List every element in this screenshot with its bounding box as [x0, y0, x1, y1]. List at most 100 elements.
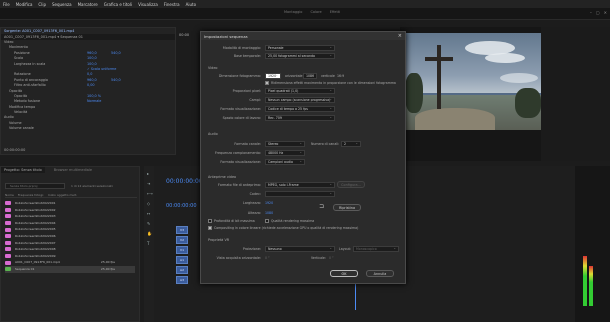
project-item-name: RobloxScreenShot2022002 — [15, 207, 56, 212]
menu-item[interactable]: Aiuto — [186, 2, 196, 7]
pixel-aspect-select[interactable]: Pixel quadrati (1,0) — [265, 88, 335, 94]
effect-row-label — [1, 67, 14, 71]
column-header[interactable]: Nome — [5, 193, 14, 197]
menu-item[interactable]: Visualizza — [138, 2, 158, 7]
clip-color-icon — [5, 214, 11, 219]
project-item[interactable]: Sequenza 01 25,00 fps — [5, 266, 135, 273]
codec-select[interactable] — [265, 191, 335, 197]
display-format-select[interactable]: Codice di tempo a 25 fps — [265, 106, 335, 112]
menu-item[interactable]: Modifica — [16, 2, 33, 7]
effect-controls-list: Video Movimento Posizione 960,0 540,0 Scala 10… — [1, 40, 175, 132]
menu-item[interactable]: Sequenza — [52, 2, 72, 7]
linear-color-label: Compositing in colore lineare (richiede … — [214, 226, 359, 230]
track-target[interactable]: V3 — [176, 226, 188, 234]
project-item[interactable]: RobloxScreenShot2022005 — [5, 226, 135, 233]
num-channels-select[interactable]: 2 — [341, 141, 361, 147]
edit-mode-select[interactable]: Personale — [265, 45, 335, 51]
menu-item[interactable]: Grafica e titoli — [104, 2, 132, 7]
project-item[interactable]: RobloxScreenShot2022006 — [5, 233, 135, 240]
effect-row[interactable]: Volume canale — [1, 126, 175, 131]
workspace-tab[interactable]: Colore — [310, 10, 321, 14]
project-item[interactable]: A001_C007_0913F6_001.mp4 25,00 fps — [5, 259, 135, 266]
menu-item[interactable]: Marcatore — [78, 2, 98, 7]
track-target[interactable]: A3 — [176, 276, 188, 284]
auto-scale-label: Ridimensiona effetti movimento in propor… — [271, 81, 396, 85]
media-browser-tab[interactable]: Browser multimediale — [51, 167, 95, 173]
projection-select[interactable]: Nessuno — [265, 246, 335, 252]
razor-icon[interactable]: ◇ — [147, 201, 154, 206]
menu-item[interactable]: Finestra — [164, 2, 180, 7]
track-target[interactable]: V1 — [176, 246, 188, 254]
project-item[interactable]: RobloxScreenShot2022004 — [5, 220, 135, 227]
project-search-input[interactable]: Senza titolo.prproj — [5, 183, 65, 189]
project-item[interactable]: RobloxScreenShot2022007 — [5, 240, 135, 247]
close-icon[interactable]: ✕ — [604, 10, 607, 15]
sample-rate-select[interactable]: 48000 Hz — [265, 150, 305, 156]
timebase-select[interactable]: 25,00 fotogrammi al secondo — [265, 53, 335, 59]
project-item-name: RobloxScreenShot2022003 — [15, 214, 56, 219]
timeline-timecode-secondary: 00:00:00:00 — [166, 203, 197, 209]
max-bit-depth-checkbox[interactable] — [208, 219, 212, 223]
sample-rate-label: Frequenza campionamento: — [215, 151, 261, 155]
clip-color-icon — [5, 207, 11, 212]
workspace-tab[interactable]: Montaggio — [284, 10, 302, 14]
project-item[interactable]: RobloxScreenShot2022009 — [5, 253, 135, 260]
frame-width-input[interactable]: 1920 — [265, 73, 281, 79]
layout-select[interactable]: Monoscopico — [353, 246, 399, 252]
v-view-value[interactable]: 0 ° — [329, 256, 334, 260]
track-target[interactable]: A2 — [176, 266, 188, 274]
pen-icon[interactable]: ✎ — [147, 221, 154, 226]
select-tool-icon[interactable]: ▸ — [147, 171, 154, 176]
workspace-tabs: Montaggio Colore Effetti — [284, 10, 340, 14]
clip-color-icon — [5, 240, 11, 245]
minimize-icon[interactable]: – — [590, 10, 592, 15]
source-timecode: 00:00 — [179, 33, 190, 37]
menu-item[interactable]: Clip — [38, 2, 46, 7]
preview-width-value[interactable]: 1920 — [265, 201, 273, 205]
project-item-name: RobloxScreenShot2022004 — [15, 220, 56, 225]
hand-icon[interactable]: ✋ — [147, 231, 154, 236]
configure-button[interactable]: Configura... — [337, 181, 365, 188]
preview-height-value[interactable]: 1080 — [265, 211, 273, 215]
project-item-name: RobloxScreenShot2022001 — [15, 201, 56, 205]
track-target[interactable]: V2 — [176, 236, 188, 244]
cancel-button[interactable]: Annulla — [366, 270, 394, 277]
menu-item[interactable]: File — [3, 2, 10, 7]
timebase-label: Base temporale: — [233, 54, 261, 58]
track-select-icon[interactable]: ⇥ — [147, 181, 154, 186]
vertical-label: verticale — [321, 74, 335, 78]
auto-scale-checkbox[interactable] — [265, 81, 269, 85]
max-render-quality-label: Qualità rendering massima — [271, 219, 315, 223]
project-item[interactable]: RobloxScreenShot2022008 — [5, 246, 135, 253]
effect-row-label: Filtro anti-sfarfallio — [14, 83, 46, 88]
audio-display-select[interactable]: Campioni audio — [265, 159, 305, 165]
color-space-select[interactable]: Rec. 709 — [265, 115, 335, 121]
project-tab[interactable]: Progetto: Senza titolo — [1, 167, 45, 173]
ok-button[interactable]: OK — [330, 270, 358, 277]
frame-height-input[interactable]: 1080 — [303, 73, 317, 79]
link-dimensions-icon[interactable]: ⊐ — [319, 203, 324, 210]
track-target[interactable]: A1 — [176, 256, 188, 264]
horizontal-label: orizzontale — [285, 74, 303, 78]
max-render-quality-checkbox[interactable] — [265, 219, 269, 223]
column-header[interactable]: Inizio oggetto mult. — [48, 193, 77, 197]
close-icon[interactable]: × — [398, 33, 402, 39]
project-item[interactable]: RobloxScreenShot2022001 — [5, 200, 135, 207]
clip-color-icon — [5, 221, 11, 226]
project-item[interactable]: RobloxScreenShot2022002 — [5, 207, 135, 214]
project-item[interactable]: RobloxScreenShot2022003 — [5, 213, 135, 220]
project-item-name: RobloxScreenShot2022008 — [15, 247, 56, 252]
h-view-value[interactable]: 0 ° — [265, 256, 270, 260]
maximize-icon[interactable]: ▢ — [596, 10, 600, 15]
fields-select[interactable]: Nessun campo (scansione progressiva) — [265, 97, 335, 103]
ripple-edit-icon[interactable]: ⟷ — [147, 191, 154, 196]
channel-format-select[interactable]: Stereo — [265, 141, 305, 147]
column-header[interactable]: Frequenza fotogr. — [18, 193, 44, 197]
type-icon[interactable]: T — [147, 241, 154, 246]
preview-format-select[interactable]: MPEG, solo I-Frame — [265, 182, 335, 188]
reset-button[interactable]: Ripristina — [333, 204, 361, 211]
timeline-timecode[interactable]: 00:00:00:00 — [166, 178, 203, 185]
linear-color-checkbox[interactable] — [208, 226, 212, 230]
workspace-tab[interactable]: Effetti — [330, 10, 341, 14]
slip-icon[interactable]: ↔ — [147, 211, 154, 216]
